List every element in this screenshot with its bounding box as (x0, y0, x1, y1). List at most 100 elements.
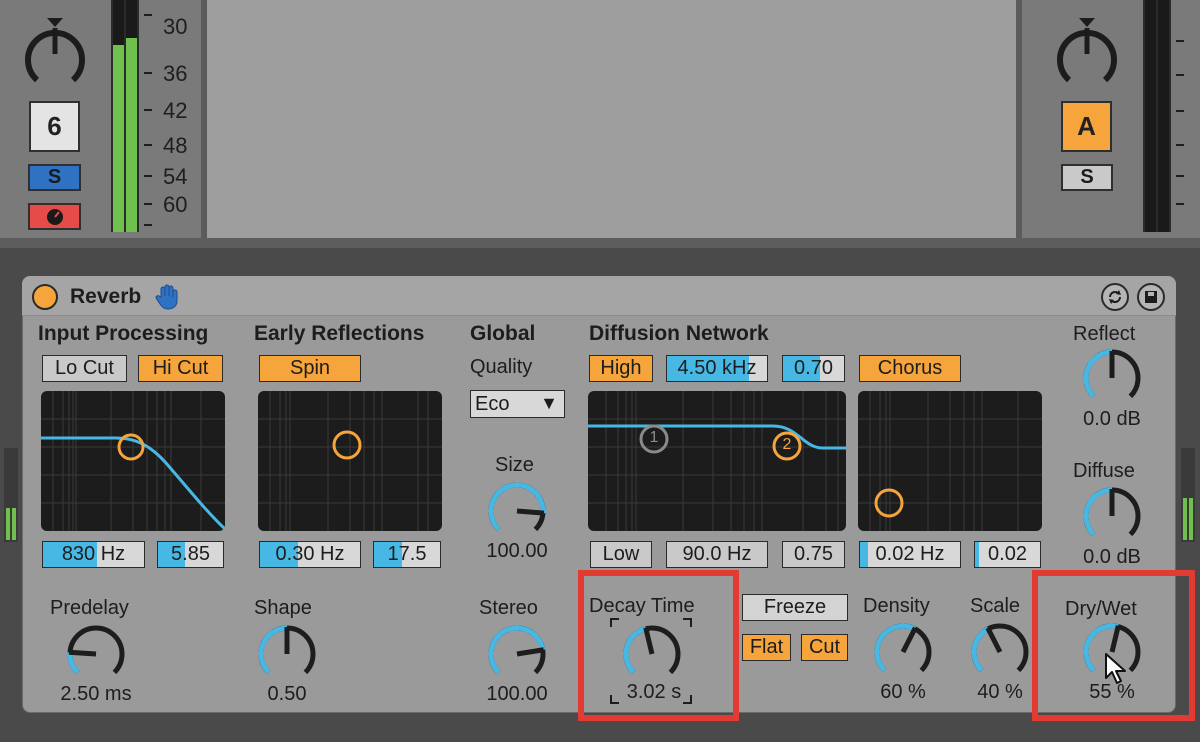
device-title-bar (22, 276, 1176, 316)
decay-time-knob[interactable] (620, 622, 684, 686)
diffuse-knob[interactable] (1080, 484, 1144, 548)
diffuse-label: Diffuse (1073, 460, 1135, 482)
flat-toggle[interactable]: Flat (742, 634, 791, 661)
pan-knob-icon[interactable] (1052, 16, 1122, 90)
section-title-diffusion: Diffusion Network (589, 322, 769, 345)
diffusion-node-2[interactable]: 2 (777, 436, 797, 454)
cut-toggle[interactable]: Cut (801, 634, 848, 661)
input-filter-graph[interactable] (41, 391, 225, 531)
db-scale: 30 36 42 48 54 60 (144, 0, 199, 240)
input-q-field[interactable]: 5.85 (157, 541, 224, 568)
input-q-value: 5.85 (171, 543, 210, 565)
hi-cut-toggle[interactable]: Hi Cut (138, 355, 223, 382)
hot-swap-icon[interactable] (1101, 283, 1129, 311)
size-knob[interactable] (485, 479, 549, 543)
high-q-field[interactable]: 0.70 (782, 355, 845, 382)
knob-needle (516, 508, 545, 516)
chorus-graph[interactable] (858, 391, 1042, 531)
chevron-down-icon: ▼ (540, 393, 558, 413)
meter-peak (113, 0, 124, 45)
decay-time-label: Decay Time (589, 595, 695, 617)
early-reflections-graph[interactable] (258, 391, 442, 531)
predelay-value: 2.50 ms (60, 683, 132, 705)
high-q-value: 0.70 (794, 357, 833, 379)
db-label: 30 (163, 14, 188, 39)
high-freq-field[interactable]: 4.50 kHz (666, 355, 768, 382)
bottom-bar (0, 722, 1200, 742)
meter-right-channel (126, 38, 137, 232)
reflect-label: Reflect (1073, 323, 1136, 345)
quality-label: Quality (470, 356, 533, 378)
diffusion-filter-graph[interactable]: 1 2 (588, 391, 846, 531)
chorus-toggle[interactable]: Chorus (859, 355, 961, 382)
density-knob[interactable] (871, 620, 935, 684)
solo-button[interactable]: S (28, 164, 81, 191)
spin-rate-field[interactable]: 17.5 (373, 541, 441, 568)
return-track-button[interactable]: A (1061, 101, 1112, 152)
shape-knob[interactable] (255, 622, 319, 686)
dry-wet-label: Dry/Wet (1065, 598, 1137, 620)
mixer-empty-space (207, 0, 1016, 240)
solo-button[interactable]: S (1061, 164, 1113, 191)
high-shelf-toggle[interactable]: High (589, 355, 653, 382)
reflect-value: 0.0 dB (1083, 408, 1141, 430)
pan-knob-icon[interactable] (20, 16, 90, 90)
stereo-value: 100.00 (486, 683, 548, 705)
knob-needle (1109, 625, 1121, 653)
db-label: 42 (163, 98, 188, 123)
db-label: 54 (163, 164, 188, 189)
device-power-button[interactable] (32, 284, 58, 310)
shape-value: 0.50 (267, 683, 307, 705)
hand-icon (155, 284, 178, 310)
device-chain-border (0, 248, 1200, 270)
scale-knob[interactable] (968, 620, 1032, 684)
db-label: 60 (163, 192, 188, 217)
input-freq-field[interactable]: 830 Hz (42, 541, 145, 568)
predelay-knob[interactable] (64, 622, 128, 686)
track-number-button[interactable]: 6 (29, 101, 80, 152)
side-meter (4, 448, 18, 542)
diffuse-value: 0.0 dB (1083, 546, 1141, 568)
meter-peak (126, 0, 137, 38)
spin-amount-field[interactable]: 0.30 Hz (259, 541, 361, 568)
spin-toggle[interactable]: Spin (259, 355, 361, 382)
knob-needle (643, 627, 655, 655)
meter-left-channel (113, 45, 124, 232)
size-value: 100.00 (486, 540, 548, 562)
predelay-label: Predelay (50, 597, 129, 619)
low-freq-field[interactable]: 90.0 Hz (666, 541, 768, 568)
quality-dropdown[interactable]: Eco ▼ (470, 390, 565, 418)
stereo-knob[interactable] (485, 622, 549, 686)
decay-time-value: 3.02 s (626, 681, 682, 703)
input-freq-value: 830 Hz (61, 543, 126, 565)
device-title: Reverb (70, 285, 142, 308)
freeze-button[interactable]: Freeze (742, 594, 848, 621)
knob-needle (985, 626, 1003, 654)
lo-cut-toggle[interactable]: Lo Cut (42, 355, 127, 382)
db-scale (1176, 0, 1200, 240)
knob-needle (516, 647, 545, 657)
stereo-label: Stereo (479, 597, 538, 619)
db-label: 36 (163, 61, 188, 86)
mouse-cursor-icon (1105, 653, 1126, 684)
save-preset-icon[interactable] (1137, 283, 1165, 311)
knob-needle (900, 626, 918, 654)
chorus-rate-value: 0.02 Hz (875, 543, 945, 565)
meter-channel (1158, 0, 1169, 232)
side-meter (1181, 448, 1195, 542)
record-arm-button[interactable] (28, 203, 81, 230)
quality-value: Eco (475, 392, 510, 415)
high-freq-value: 4.50 kHz (677, 357, 757, 379)
scale-label: Scale (970, 595, 1021, 617)
db-label: 48 (163, 133, 188, 158)
low-shelf-toggle[interactable]: Low (590, 541, 652, 568)
section-title-early: Early Reflections (254, 322, 425, 345)
spin-amount-value: 0.30 Hz (275, 543, 345, 565)
chorus-rate-field[interactable]: 0.02 Hz (859, 541, 961, 568)
chorus-amount-value: 0.02 (988, 543, 1027, 565)
low-q-field[interactable]: 0.75 (782, 541, 845, 568)
reflect-knob[interactable] (1080, 346, 1144, 410)
chorus-amount-field[interactable]: 0.02 (974, 541, 1041, 568)
diffusion-node-1[interactable]: 1 (644, 429, 664, 447)
strip-separator (201, 0, 207, 240)
